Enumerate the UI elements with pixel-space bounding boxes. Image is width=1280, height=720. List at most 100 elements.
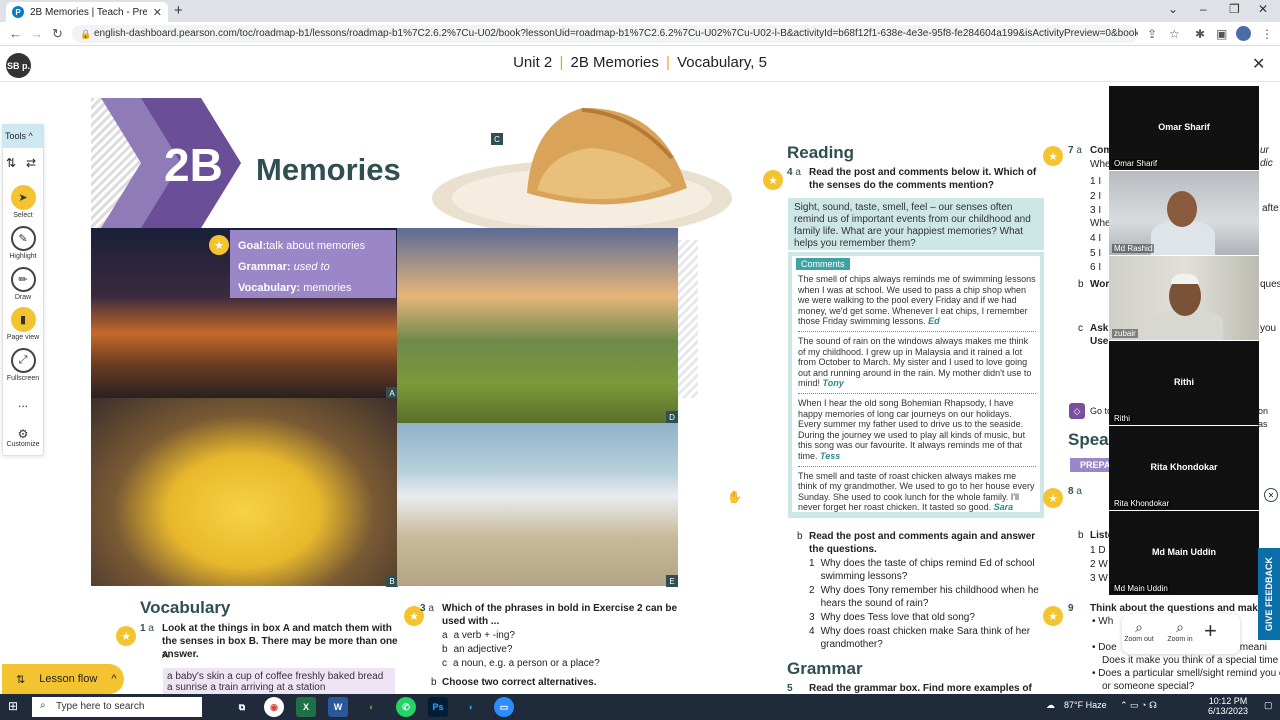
q1-star-icon[interactable]: ★ [116, 626, 136, 646]
tab-search-icon[interactable]: ⌄ [1168, 2, 1178, 16]
system-tray-icons[interactable]: ⌃ ▭ ◔ ☊ [1120, 700, 1157, 711]
goals-star-icon[interactable]: ★ [209, 235, 229, 255]
q7-star-icon[interactable]: ★ [1043, 146, 1063, 166]
q1-sub: a [148, 623, 154, 634]
q9-star-icon[interactable]: ★ [1043, 606, 1063, 626]
participant-tile[interactable]: Rithi Rithi [1109, 341, 1259, 425]
q7b-letter: b [1078, 279, 1084, 290]
new-tab-icon[interactable]: + [174, 2, 183, 19]
grammar-line: Grammar: used to [238, 257, 388, 278]
comment: The smell and taste of roast chicken alw… [798, 471, 1036, 513]
comment: The sound of rain on the windows always … [798, 336, 1036, 389]
reload-icon[interactable]: ↻ [52, 26, 63, 42]
bookmark-star-icon[interactable]: ☆ [1169, 27, 1180, 41]
add-icon[interactable]: + [1204, 618, 1217, 644]
q7c-fragment-2: Use [1090, 335, 1108, 348]
question-text: Why does Tess love that old song? [820, 612, 975, 623]
close-activity-icon[interactable]: ✕ [1252, 54, 1265, 74]
participant-tile[interactable]: Rita Khondokar Rita Khondokar [1109, 426, 1259, 510]
participant-tile[interactable]: Md Main Uddin Md Main Uddin [1109, 511, 1259, 595]
customize-tool[interactable]: ⚙ Customize [2, 427, 44, 448]
zoom-in-button[interactable]: ⌕ Zoom in [1163, 619, 1197, 643]
tools-title: Tools [5, 131, 27, 141]
clock-date: 6/13/2023 [1208, 706, 1249, 716]
q8-star-icon[interactable]: ★ [1043, 488, 1063, 508]
weather-icon[interactable]: ☁ [1046, 700, 1055, 711]
minimize-icon[interactable]: – [1200, 2, 1207, 16]
taskbar-search[interactable]: Type here to search [32, 697, 202, 717]
task-view-icon[interactable]: ⧉ [232, 697, 252, 717]
participant-tile[interactable]: Md Rashid [1109, 171, 1259, 255]
browser-menu-icon[interactable]: ⋮ [1261, 27, 1273, 41]
lock-icon[interactable]: 🔒 [80, 29, 91, 40]
photo-label-e: E [666, 575, 678, 587]
highlight-tool[interactable]: ✎ Highlight [2, 226, 44, 260]
url-field[interactable]: english-dashboard.pearson.com/toc/roadma… [72, 25, 1138, 43]
question-item: 3 Why does Tess love that old song? [809, 611, 1049, 624]
windows-start-icon[interactable]: ⊞ [8, 699, 18, 713]
edge-dev-icon[interactable]: ◐ [362, 697, 382, 717]
weather-text[interactable]: 87°F Haze [1064, 700, 1107, 710]
q7-num: 7 [1068, 145, 1074, 156]
goal-line: Goal:talk about memories [238, 236, 388, 257]
q9-bullet: • Wh [1092, 616, 1114, 627]
give-feedback-button[interactable]: GIVE FEEDBACK [1258, 548, 1280, 640]
q9-text: Think about the questions and make n [1090, 603, 1273, 614]
q9-bullet: • Does a particular smell/sight remind y… [1092, 667, 1280, 680]
q7b-fragment: Wor [1090, 278, 1109, 291]
extensions-icon[interactable]: ✱ [1195, 27, 1205, 41]
fullscreen-tool[interactable]: ⤢ Fullscreen [2, 348, 44, 382]
swap-icon[interactable]: ⇄ [26, 156, 36, 170]
comment-author: Sara [993, 502, 1014, 513]
sort-icon[interactable]: ⇅ [6, 156, 16, 170]
excel-icon[interactable]: X [296, 697, 316, 717]
share-icon[interactable]: ⇪ [1147, 27, 1157, 41]
q4b-text: Read the post and comments again and ans… [809, 531, 1036, 555]
q4-star-icon[interactable]: ★ [763, 170, 783, 190]
draw-tool[interactable]: ✏ Draw [2, 267, 44, 301]
photo-label-c: C [491, 133, 503, 145]
divider [798, 465, 1036, 467]
profile-avatar[interactable] [1236, 26, 1251, 41]
participant-tile[interactable]: zubair [1109, 256, 1259, 340]
zoom-out-button[interactable]: ⌕ Zoom out [1122, 619, 1156, 643]
goto-icon[interactable]: ◇ [1069, 403, 1085, 419]
word-icon[interactable]: W [328, 697, 348, 717]
q9-line: Does it make you think of a special time… [1102, 655, 1280, 666]
page-view-tool[interactable]: ▮ Page view [2, 307, 44, 341]
participant-tile[interactable]: Omar Sharif Omar Sharif [1109, 86, 1259, 170]
close-circle-icon[interactable]: ✕ [1264, 488, 1278, 502]
comment-author: Tess [820, 450, 841, 461]
notifications-icon[interactable]: ▢ [1264, 700, 1273, 711]
select-tool[interactable]: ➤ Select [2, 185, 44, 219]
clock[interactable]: 10:12 PM 6/13/2023 [1208, 696, 1248, 716]
lesson-goals-box: Goal:talk about memories Grammar: used t… [230, 230, 396, 298]
sidebar-icon[interactable]: ▣ [1216, 27, 1227, 41]
tools-toggle[interactable]: Tools ^ [2, 124, 44, 148]
unit-label: Unit 2 [513, 54, 553, 71]
window-close-icon[interactable]: ✕ [1258, 2, 1268, 16]
back-icon[interactable]: ← [9, 26, 22, 41]
q7-number: 7 a [1068, 144, 1082, 157]
gear-icon: ⚙ [17, 427, 29, 441]
box-a-words: a baby's skin a cup of coffee freshly ba… [163, 668, 395, 694]
comment: When I hear the old song Bohemian Rhapso… [798, 398, 1036, 462]
tab-close-icon[interactable]: ✕ [153, 6, 162, 19]
q3-sub: a [428, 603, 434, 614]
photoshop-icon[interactable]: Ps [428, 697, 448, 717]
restore-icon[interactable]: ❐ [1229, 2, 1240, 16]
browser-tab[interactable]: P 2B Memories | Teach - Present | E ✕ [6, 2, 168, 22]
whatsapp-icon[interactable]: ✆ [396, 697, 416, 717]
comment-text: The smell of chips always reminds me of … [798, 274, 1036, 327]
q9-bullet: • Doe [1092, 642, 1117, 653]
forward-icon[interactable]: → [30, 26, 43, 41]
comments-box: The smell of chips always reminds me of … [788, 252, 1044, 518]
question-number: 1 [809, 558, 815, 569]
countryside-sunrise-photo [397, 228, 678, 423]
edge-icon[interactable]: ◑ [460, 697, 480, 717]
zoom-app-icon[interactable]: ▭ [494, 697, 514, 717]
more-tools[interactable]: ... [2, 396, 44, 410]
chrome-icon[interactable]: ◉ [264, 697, 284, 717]
lesson-flow-button[interactable]: ⇅ Lesson flow ^ [2, 664, 124, 694]
q4b-letter: b [797, 531, 803, 542]
